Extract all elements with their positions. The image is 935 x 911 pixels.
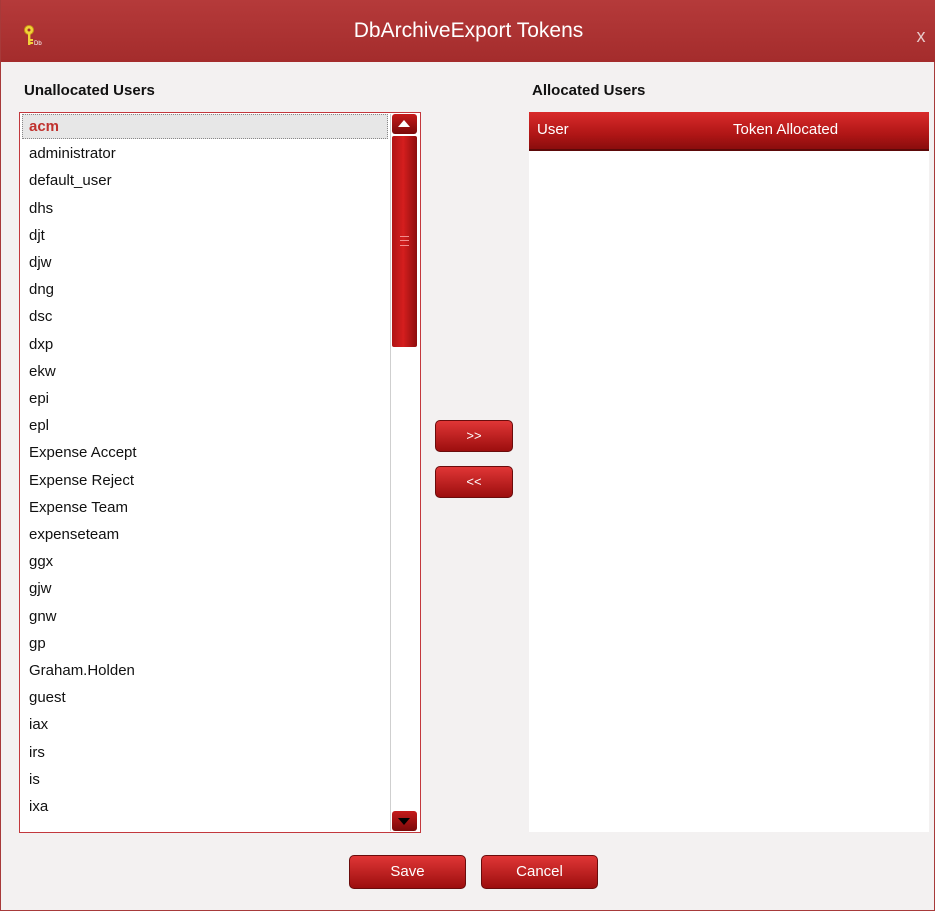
list-item[interactable]: dxp xyxy=(22,332,388,357)
list-item[interactable]: epl xyxy=(22,413,388,438)
scroll-up-button[interactable] xyxy=(392,114,417,134)
column-header-user[interactable]: User xyxy=(537,121,569,138)
list-item[interactable]: default_user xyxy=(22,168,388,193)
title-bar: Db DbArchiveExport Tokens x xyxy=(1,0,935,62)
list-item[interactable]: dng xyxy=(22,277,388,302)
cancel-button[interactable]: Cancel xyxy=(481,855,598,889)
list-item[interactable]: Graham.Holden xyxy=(22,658,388,683)
list-item[interactable]: ggx xyxy=(22,549,388,574)
save-button[interactable]: Save xyxy=(349,855,466,889)
dialog-window: Db DbArchiveExport Tokens x Unallocated … xyxy=(0,0,935,911)
list-item[interactable]: djw xyxy=(22,250,388,275)
close-icon[interactable]: x xyxy=(913,27,929,45)
arrow-down-icon xyxy=(398,818,410,825)
arrow-up-icon xyxy=(398,120,410,127)
list-item[interactable]: expenseteam xyxy=(22,522,388,547)
list-item[interactable]: dhs xyxy=(22,196,388,221)
allocated-users-grid[interactable]: User Token Allocated xyxy=(529,112,929,832)
list-item[interactable]: ekw xyxy=(22,359,388,384)
window-title: DbArchiveExport Tokens xyxy=(353,19,584,42)
list-item[interactable]: acm xyxy=(22,114,388,139)
list-item[interactable]: Expense Team xyxy=(22,495,388,520)
unallocated-users-label: Unallocated Users xyxy=(24,82,155,99)
list-item[interactable]: ixa xyxy=(22,794,388,819)
scroll-thumb[interactable] xyxy=(392,136,417,347)
list-item[interactable]: irs xyxy=(22,740,388,765)
list-item[interactable]: gnw xyxy=(22,604,388,629)
list-scrollbar[interactable] xyxy=(390,114,418,831)
scroll-down-button[interactable] xyxy=(392,811,417,831)
list-item[interactable]: gp xyxy=(22,631,388,656)
deallocate-button[interactable]: << xyxy=(435,466,513,498)
list-item[interactable]: administrator xyxy=(22,141,388,166)
list-item[interactable]: guest xyxy=(22,685,388,710)
list-item[interactable]: Expense Accept xyxy=(22,440,388,465)
list-item[interactable]: djt xyxy=(22,223,388,248)
list-item[interactable]: iax xyxy=(22,712,388,737)
column-header-token-allocated[interactable]: Token Allocated xyxy=(733,121,838,138)
grip-icon xyxy=(400,236,409,246)
list-item[interactable]: Expense Reject xyxy=(22,468,388,493)
list-item[interactable]: dsc xyxy=(22,304,388,329)
allocate-button[interactable]: >> xyxy=(435,420,513,452)
list-item[interactable]: epi xyxy=(22,386,388,411)
grid-header: User Token Allocated xyxy=(529,112,929,151)
unallocated-users-list[interactable]: acm administrator default_userdhs djt djw dng… xyxy=(19,112,421,833)
list-item[interactable]: is xyxy=(22,767,388,792)
allocated-users-label: Allocated Users xyxy=(532,82,646,99)
list-item[interactable]: gjw xyxy=(22,576,388,601)
